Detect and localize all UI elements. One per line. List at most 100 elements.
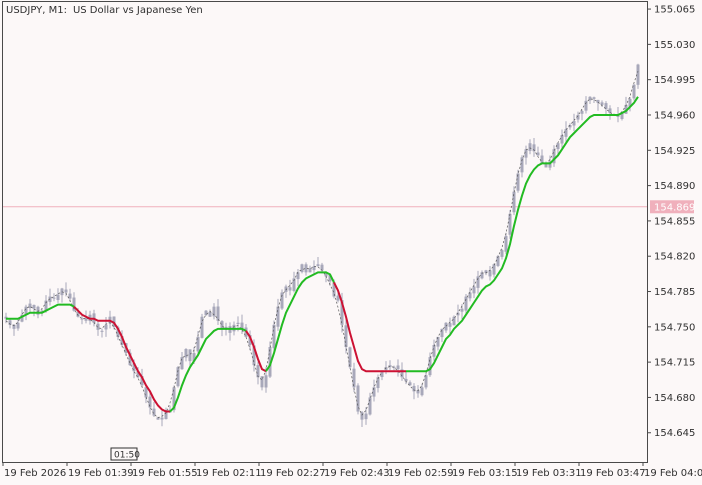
candle-body [528,143,532,151]
y-tick-label: 155.030 [654,40,695,51]
candle-body [236,322,240,324]
candle-body [216,306,220,321]
candle-body [492,264,496,275]
candle-body [488,270,492,277]
candle-body [600,102,604,105]
chart-title: USDJPY, M1: US Dollar vs Japanese Yen [6,5,203,16]
candle-body [608,108,612,113]
candle-body [208,311,212,317]
candle-body [316,264,320,267]
candle-body [508,213,512,235]
x-tick-label: 19 Feb 02:11 [196,468,262,479]
candle-body [100,330,104,332]
candle-body [320,264,324,271]
cursor-time-value: 01:50 [114,451,140,461]
x-tick-label: 19 Feb 2026 [4,468,66,479]
current-price-value: 154.869 [654,202,695,213]
candle-body [16,322,20,329]
candle-body [516,173,520,191]
candle-body [300,264,304,273]
candle-body [312,266,316,271]
candle-body [584,100,588,111]
y-tick-label: 154.890 [654,181,695,192]
candle-body [32,304,36,309]
candle-body [464,296,468,311]
candle-body [188,349,192,362]
candle-body [372,387,376,397]
candle-body [572,121,576,126]
candle-body [500,250,504,257]
candle-body [68,293,72,299]
candle-body [44,300,48,311]
candle-body [56,294,60,300]
x-tick-label: 19 Feb 03:15 [452,468,518,479]
candle-body [148,396,152,408]
candle [300,263,304,274]
x-tick-label: 19 Feb 02:27 [260,468,326,479]
y-tick-label: 154.925 [654,146,695,157]
current-price-tag: 154.869 [650,200,695,214]
x-tick-label: 19 Feb 02:43 [324,468,390,479]
y-tick-label: 154.960 [654,110,695,121]
candle-body [436,336,440,347]
candle-body [288,287,292,291]
candle-body [276,306,280,327]
candle-body [564,129,568,137]
x-tick-label: 19 Feb 02:59 [388,468,454,479]
y-tick-label: 154.855 [654,216,695,227]
candle-body [220,321,224,329]
candle [424,372,428,390]
symbol-description: US Dollar vs Japanese Yen [73,5,203,16]
candle-body [476,276,480,288]
candle-body [284,286,288,292]
candle-body [308,268,312,273]
candle-body [104,324,108,330]
candle [200,313,204,339]
candle [204,310,208,316]
x-tick-label: 19 Feb 01:39 [68,468,134,479]
candle-body [64,289,68,293]
symbol-label: USDJPY, M1: [6,5,67,16]
price-chart: 155.065 155.030 154.995 154.960 154.925 154.8… [0,0,702,485]
candle-body [160,417,164,420]
y-tick-label: 154.680 [654,393,695,404]
y-tick-label: 154.820 [654,252,695,263]
y-tick-label: 154.645 [654,428,695,439]
candle-body [272,324,276,349]
chart-root: 155.065 155.030 154.995 154.960 154.925 154.8… [0,0,702,485]
cursor-time-tag: 01:50 [110,447,140,461]
candle-body [536,152,540,156]
candle-body [472,286,476,294]
chart-background [0,0,702,485]
x-tick-label: 19 Feb 01:55 [132,468,198,479]
x-tick-label: 19 Feb 04:03 [644,468,702,479]
candle-body [556,143,560,150]
candle-body [80,318,84,320]
y-tick-label: 154.750 [654,322,695,333]
candle-body [176,367,180,387]
candle-body [348,347,352,368]
candle-body [360,412,364,420]
candle-body [432,344,436,357]
candle [356,383,360,415]
candle-body [452,316,456,326]
candle-body [204,310,208,316]
x-tick-label: 19 Feb 03:47 [580,468,646,479]
candle-body [396,365,400,370]
candle-body [144,387,148,398]
candle-body [460,308,464,312]
candle-body [444,322,448,331]
y-tick-label: 154.785 [654,287,695,298]
x-tick-label: 19 Feb 03:31 [516,468,582,479]
candle-body [504,236,508,252]
candle-body [440,328,444,338]
candle-body [344,325,348,347]
candle [176,366,180,388]
candle-body [52,297,56,299]
y-tick-label: 155.065 [654,5,695,16]
y-tick-label: 154.715 [654,358,695,369]
candle-body [448,323,452,327]
candle-body [264,375,268,388]
candle-body [184,349,188,358]
y-tick-label: 154.995 [654,75,695,86]
